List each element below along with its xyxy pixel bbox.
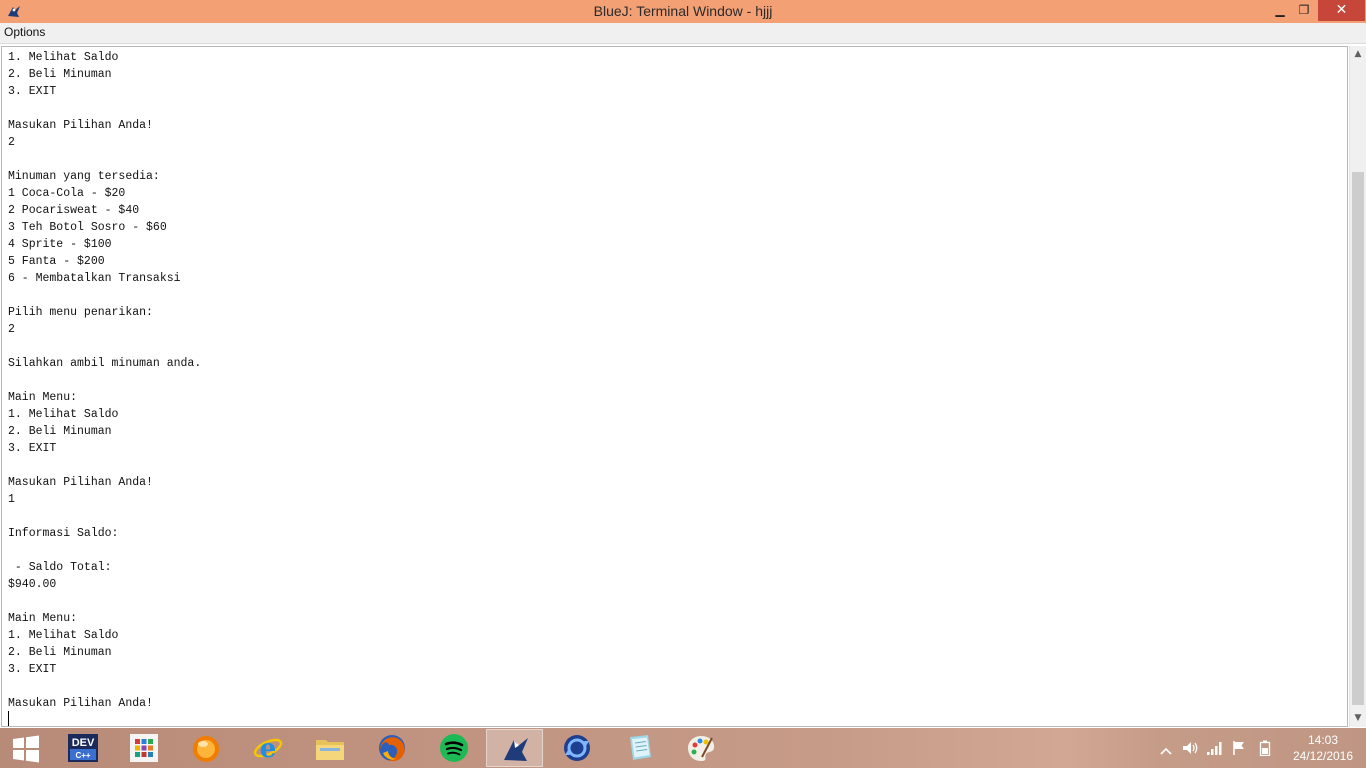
terminal-line: Main Menu: bbox=[8, 612, 78, 625]
terminal-line: 4 Sprite - $100 bbox=[8, 238, 112, 251]
menu-options[interactable]: Options bbox=[4, 25, 45, 39]
dev-cpp-icon: DEV C++ bbox=[68, 734, 98, 762]
terminal-line: Masukan Pilihan Anda! bbox=[8, 476, 153, 489]
terminal-line: 2. Beli Minuman bbox=[8, 646, 112, 659]
taskbar-spotify[interactable] bbox=[425, 729, 482, 767]
svg-text:C++: C++ bbox=[75, 751, 90, 760]
window-title: BlueJ: Terminal Window - hjjj bbox=[593, 3, 773, 19]
scrollbar-thumb[interactable] bbox=[1352, 172, 1364, 705]
terminal-line: $940.00 bbox=[8, 578, 57, 591]
network-icon[interactable] bbox=[1206, 740, 1224, 756]
terminal-line: 1. Melihat Saldo bbox=[8, 629, 119, 642]
spotify-icon bbox=[440, 734, 468, 762]
clock-date: 24/12/2016 bbox=[1292, 749, 1354, 763]
apps-grid-icon bbox=[130, 734, 158, 762]
terminal-lines: 1. Melihat Saldo 2. Beli Minuman 3. EXIT Ma… bbox=[8, 49, 201, 712]
terminal-line: 3. EXIT bbox=[8, 442, 57, 455]
folder-icon bbox=[316, 740, 344, 760]
orange-app-icon bbox=[193, 736, 219, 762]
terminal-line: Minuman yang tersedia: bbox=[8, 170, 160, 183]
terminal-line: Masukan Pilihan Anda! bbox=[8, 119, 153, 132]
terminal-line: 2 Pocarisweat - $40 bbox=[8, 204, 140, 217]
terminal-line: 1. Melihat Saldo bbox=[8, 408, 119, 421]
taskbar-file-explorer[interactable] bbox=[301, 729, 358, 767]
terminal-line: 2 bbox=[8, 136, 15, 149]
terminal-output[interactable]: 1. Melihat Saldo 2. Beli Minuman 3. EXIT Ma… bbox=[1, 46, 1348, 727]
taskbar-dev-cpp[interactable]: DEV C++ bbox=[54, 729, 111, 767]
sync-icon bbox=[564, 735, 590, 761]
windows-logo-icon bbox=[13, 735, 39, 763]
clock-time: 14:03 bbox=[1307, 733, 1339, 747]
close-button[interactable]: ✕ bbox=[1318, 0, 1365, 21]
internet-explorer-icon: e bbox=[253, 734, 283, 763]
taskbar-paint[interactable] bbox=[672, 729, 729, 767]
terminal-line: - Saldo Total: bbox=[8, 561, 112, 574]
terminal-line: Informasi Saldo: bbox=[8, 527, 119, 540]
maximize-button[interactable]: ❐ bbox=[1291, 0, 1317, 21]
terminal-line: 1. Melihat Saldo bbox=[8, 51, 119, 64]
terminal-line: Masukan Pilihan Anda! bbox=[8, 697, 153, 710]
flag-icon[interactable] bbox=[1231, 740, 1247, 756]
menu-bar: Options bbox=[0, 23, 1366, 44]
terminal-line: Pilih menu penarikan: bbox=[8, 306, 153, 319]
terminal-line: 5 Fanta - $200 bbox=[8, 255, 105, 268]
terminal-line: 2. Beli Minuman bbox=[8, 425, 112, 438]
taskbar: DEV C++ e 14:03 24/12/2016 bbox=[0, 728, 1366, 768]
terminal-line: 2. Beli Minuman bbox=[8, 68, 112, 81]
paint-palette-icon bbox=[688, 736, 715, 761]
vertical-scrollbar[interactable]: ▲ ▼ bbox=[1349, 46, 1366, 727]
taskbar-sync-app[interactable] bbox=[548, 729, 605, 767]
terminal-line: 1 Coca-Cola - $20 bbox=[8, 187, 126, 200]
start-button[interactable] bbox=[0, 729, 57, 767]
scroll-up-arrow-icon[interactable]: ▲ bbox=[1350, 46, 1366, 63]
taskbar-firefox[interactable] bbox=[363, 729, 420, 767]
terminal-line: 2 bbox=[8, 323, 15, 336]
terminal-line: 1 bbox=[8, 493, 15, 506]
bluej-terminal-window: BlueJ: Terminal Window - hjjj ▁ ❐ ✕ Opti… bbox=[0, 0, 1366, 728]
terminal-line: 3. EXIT bbox=[8, 663, 57, 676]
text-caret bbox=[8, 711, 9, 726]
bluej-icon bbox=[504, 738, 528, 761]
taskbar-apps[interactable] bbox=[115, 729, 172, 767]
battery-icon[interactable] bbox=[1259, 740, 1271, 756]
speaker-icon[interactable] bbox=[1182, 740, 1200, 756]
terminal-line: 6 - Membatalkan Transaksi bbox=[8, 272, 181, 285]
notepad-icon bbox=[630, 735, 651, 760]
taskbar-internet-explorer[interactable]: e bbox=[239, 729, 296, 767]
terminal-line: Main Menu: bbox=[8, 391, 78, 404]
minimize-button[interactable]: ▁ bbox=[1267, 0, 1293, 21]
scroll-down-arrow-icon[interactable]: ▼ bbox=[1350, 710, 1366, 727]
svg-text:DEV: DEV bbox=[72, 737, 95, 749]
terminal-line: 3 Teh Botol Sosro - $60 bbox=[8, 221, 167, 234]
firefox-icon bbox=[379, 735, 405, 762]
chevron-up-icon[interactable] bbox=[1160, 743, 1172, 759]
terminal-line: Silahkan ambil minuman anda. bbox=[8, 357, 202, 370]
clock[interactable]: 14:03 24/12/2016 bbox=[1282, 732, 1364, 764]
taskbar-bluej[interactable] bbox=[486, 729, 543, 767]
taskbar-orange-app[interactable] bbox=[177, 729, 234, 767]
svg-text:e: e bbox=[260, 734, 277, 763]
taskbar-notepad[interactable] bbox=[610, 729, 667, 767]
terminal-line: 3. EXIT bbox=[8, 85, 57, 98]
title-bar[interactable]: BlueJ: Terminal Window - hjjj ▁ ❐ ✕ bbox=[0, 0, 1366, 23]
